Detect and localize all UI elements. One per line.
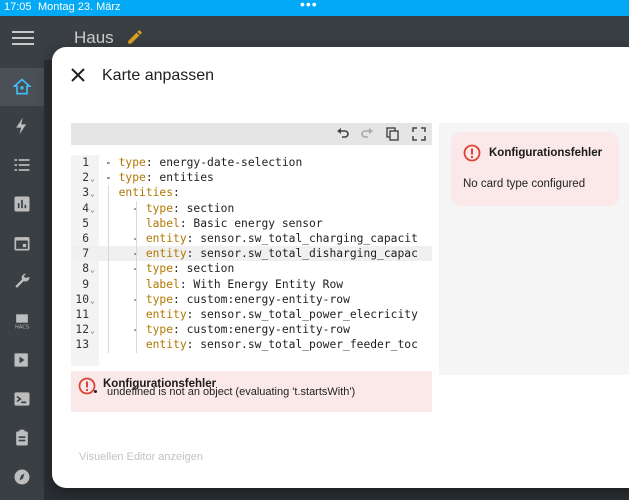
sidebar-item-terminal[interactable] [0, 380, 44, 418]
sidebar-item-logbook[interactable] [0, 146, 44, 184]
code-line[interactable]: 12 ⌄ - type: custom:energy-entity-row [71, 322, 432, 337]
code-text: entities: [118, 186, 180, 200]
copy-icon[interactable] [386, 127, 400, 141]
code-text: - type: section [105, 201, 235, 215]
edit-card-dialog: Karte anpassen 1 - type: energy-date-sele… [52, 47, 629, 488]
code-line[interactable]: 4 ⌄ - type: section [71, 201, 432, 216]
fold-chevron-icon[interactable]: ⌄ [90, 323, 95, 338]
indent-guide [108, 185, 110, 353]
line-number: 7 [82, 247, 89, 261]
yaml-error-box: Konfigurationsfehler undefined is not an… [71, 371, 432, 412]
close-icon[interactable] [70, 67, 88, 85]
fold-chevron-icon[interactable]: ⌄ [90, 262, 95, 277]
fold-chevron-icon[interactable]: ⌄ [90, 202, 95, 217]
menu-icon[interactable] [12, 27, 34, 49]
dialog-title: Karte anpassen [102, 67, 215, 84]
fold-chevron-icon[interactable]: ⌄ [90, 186, 95, 201]
error-message: undefined is not an object (evaluating '… [107, 386, 355, 398]
status-date: Montag 23. März [38, 1, 121, 13]
code-line[interactable]: 3 ⌄ entities: [71, 185, 432, 200]
status-bar: 17:05 Montag 23. März ••• [0, 0, 629, 16]
line-number: 1 [82, 156, 89, 169]
line-number: 13 [75, 338, 89, 352]
wrench-icon [15, 273, 30, 288]
sidebar-item-overview[interactable] [0, 68, 44, 106]
code-line[interactable]: 11 entity: sensor.sw_total_power_elecric… [71, 307, 432, 322]
code-text: - type: entities [105, 171, 214, 185]
preview-error-card: Konfigurationsfehler No card type config… [451, 132, 619, 206]
lightning-bolt-icon [16, 117, 27, 135]
code-text: - type: custom:energy-entity-row [105, 292, 350, 306]
card-preview: Konfigurationsfehler No card type config… [439, 123, 629, 375]
code-text: - entity: sensor.sw_total_charging_capac… [105, 232, 418, 245]
media-play-icon [14, 353, 28, 367]
code-text: entity: sensor.sw_total_power_feeder_toc [145, 338, 418, 352]
fold-chevron-icon[interactable]: ⌄ [90, 171, 95, 186]
sidebar-item-energy[interactable] [0, 107, 44, 145]
preview-error-title: Konfigurationsfehler [489, 147, 603, 159]
code-line[interactable]: 6 - entity: sensor.sw_total_charging_cap… [71, 231, 432, 246]
code-line[interactable]: 5 label: Basic energy sensor [71, 216, 432, 231]
yaml-editor[interactable]: 1- type: energy-date-selection 2 ⌄ - type: … [71, 123, 432, 366]
code-text: - type: custom:energy-entity-row [105, 323, 350, 337]
code-text: - type: section [105, 262, 235, 276]
line-number: 2 [82, 171, 89, 185]
status-time: 17:05 [4, 1, 32, 13]
line-number: 6 [82, 232, 89, 245]
svg-text:HACS: HACS [15, 325, 29, 331]
line-number: 8 [82, 262, 89, 276]
sidebar-item-history[interactable] [0, 185, 44, 223]
code-line[interactable]: 13 entity: sensor.sw_total_power_feeder_… [71, 337, 432, 352]
code-line[interactable]: 2 ⌄ - type: entities [71, 170, 432, 185]
bar-chart-icon [14, 196, 30, 212]
indent-guide [135, 200, 137, 353]
code-line[interactable]: 1 - type: energy-date-selection [71, 155, 432, 170]
line-number: 11 [75, 308, 89, 321]
sidebar-item-hacs[interactable]: HACS [0, 302, 44, 340]
code-line[interactable]: 10 ⌄ - type: custom:energy-entity-row [71, 292, 432, 307]
terminal-icon [14, 392, 30, 406]
code-text: - entity: sensor.sw_total_disharging_cap… [105, 247, 418, 261]
sidebar-item-calendar[interactable] [0, 224, 44, 262]
preview-error-message: No card type configured [463, 178, 586, 190]
fold-chevron-icon[interactable]: ⌄ [90, 293, 95, 308]
show-visual-editor-button[interactable]: Visuellen Editor anzeigen [79, 451, 203, 463]
code-area[interactable]: 1- type: energy-date-selection 2 ⌄ - type: … [71, 155, 432, 366]
editor-toolbar [71, 123, 432, 145]
sidebar: HACS [0, 60, 44, 500]
compass-icon [14, 469, 30, 485]
line-number: 10 [75, 292, 89, 306]
line-number: 12 [75, 323, 89, 337]
error-icon [463, 144, 481, 167]
line-number: 9 [82, 277, 89, 291]
sidebar-item-map[interactable] [0, 458, 44, 496]
error-list: undefined is not an object (evaluating '… [91, 386, 355, 398]
redo-icon[interactable] [360, 127, 374, 141]
code-text: - type: energy-date-selection [105, 156, 303, 169]
code-text: label: With Energy Entity Row [145, 277, 344, 291]
code-text: label: Basic energy sensor [145, 216, 323, 230]
code-line[interactable]: 8 ⌄ - type: section [71, 261, 432, 276]
list-icon [14, 159, 30, 171]
fullscreen-icon[interactable] [412, 127, 426, 141]
code-line[interactable]: 7 - entity: sensor.sw_total_disharging_c… [71, 246, 432, 262]
sidebar-item-todo[interactable] [0, 419, 44, 457]
code-text: entity: sensor.sw_total_power_elecricity [145, 308, 418, 321]
line-number: 4 [82, 201, 89, 215]
line-number: 3 [82, 186, 89, 200]
multitask-dots[interactable]: ••• [300, 0, 318, 12]
clipboard-icon [16, 429, 28, 446]
hacs-icon: HACS [15, 314, 29, 331]
dashboard-title: Haus [74, 28, 114, 47]
sidebar-item-developer-tools[interactable] [0, 263, 44, 301]
home-assistant-icon [12, 78, 32, 95]
line-number: 5 [82, 216, 89, 230]
code-line[interactable]: 9 label: With Energy Entity Row [71, 277, 432, 292]
calendar-icon [14, 237, 30, 251]
sidebar-item-media[interactable] [0, 341, 44, 379]
undo-icon[interactable] [336, 127, 350, 141]
